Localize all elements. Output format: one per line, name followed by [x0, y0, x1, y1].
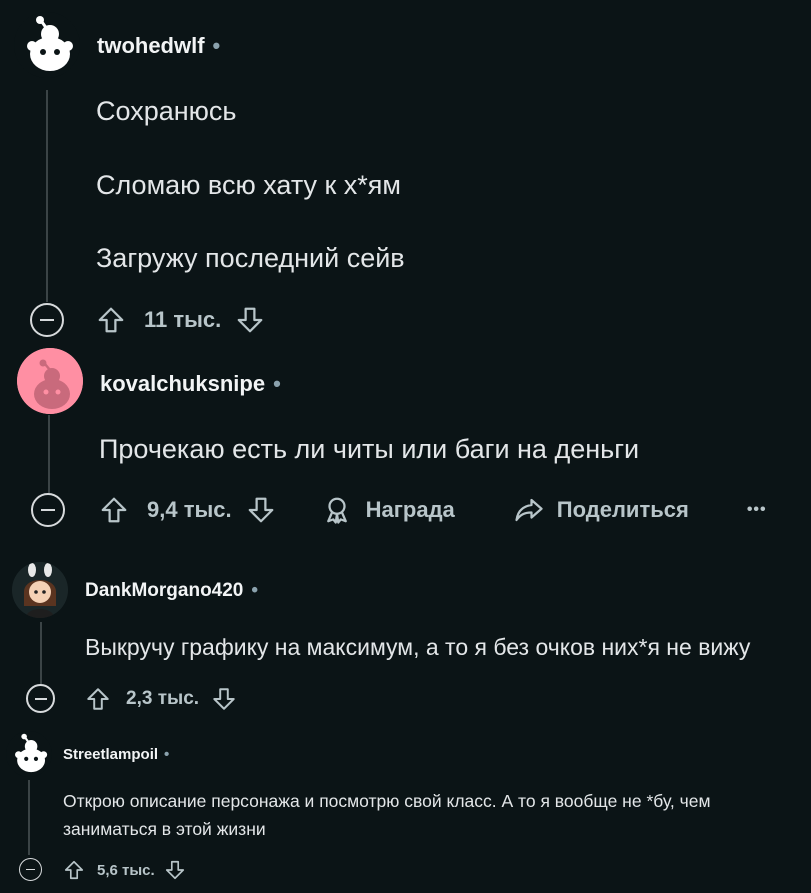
downvote-icon[interactable] — [235, 305, 265, 335]
avatar[interactable] — [12, 562, 68, 618]
username-text[interactable]: twohedwlf — [97, 33, 205, 58]
action-bar: 5,6 тыс. — [63, 858, 186, 882]
comment-line: Сломаю всю хату к х*ям — [96, 170, 401, 200]
downvote-icon[interactable] — [246, 495, 276, 525]
avatar[interactable] — [14, 12, 80, 78]
upvote-icon[interactable] — [85, 686, 111, 712]
separator-dot: • — [212, 33, 221, 58]
action-bar: 9,4 тыс. Награда Поделиться ••• — [99, 494, 767, 526]
vote-count: 5,6 тыс. — [97, 861, 155, 879]
thread-line — [40, 622, 42, 684]
collapse-button[interactable] — [26, 684, 55, 713]
comment-line: Открою описание персонажа и посмотрю сво… — [63, 791, 711, 811]
more-options-button[interactable]: ••• — [747, 501, 767, 519]
vote-count: 9,4 тыс. — [147, 497, 232, 522]
comment-line: Выкручу графику на максимум, а то я без … — [85, 634, 751, 660]
action-bar: 2,3 тыс. — [85, 684, 237, 713]
collapse-button[interactable] — [30, 303, 64, 337]
username-text[interactable]: DankMorgano420 — [85, 580, 243, 601]
award-button[interactable]: Награда — [322, 495, 455, 525]
avatar[interactable] — [6, 731, 52, 777]
action-bar: 11 тыс. — [96, 304, 265, 336]
comment-line: Загружу последний сейв — [96, 243, 405, 273]
upvote-icon[interactable] — [96, 305, 126, 335]
downvote-icon[interactable] — [164, 859, 186, 881]
separator-dot: • — [164, 746, 170, 763]
collapse-button[interactable] — [19, 858, 42, 881]
thread-line — [46, 90, 48, 302]
username[interactable]: Streetlampoil • — [63, 746, 169, 763]
collapse-button[interactable] — [31, 493, 65, 527]
downvote-icon[interactable] — [211, 686, 237, 712]
separator-dot: • — [251, 580, 259, 601]
award-icon — [322, 495, 352, 525]
share-icon — [513, 495, 545, 525]
avatar[interactable] — [17, 348, 83, 414]
username[interactable]: kovalchuksnipe • — [100, 371, 281, 397]
separator-dot: • — [273, 371, 281, 396]
thread-line — [28, 780, 30, 855]
vote-count: 11 тыс. — [144, 307, 222, 332]
upvote-icon[interactable] — [63, 859, 85, 881]
share-button[interactable]: Поделиться — [513, 495, 689, 525]
thread-line — [48, 415, 50, 493]
share-label: Поделиться — [556, 497, 689, 522]
comment-line: Сохранюсь — [96, 96, 237, 126]
username-text[interactable]: Streetlampoil — [63, 746, 158, 763]
comment-line: заниматься в этой жизни — [63, 819, 266, 839]
award-label: Награда — [365, 497, 455, 522]
vote-count: 2,3 тыс. — [126, 687, 200, 709]
comment-line: Прочекаю есть ли читы или баги на деньги — [99, 434, 640, 464]
username[interactable]: DankMorgano420 • — [85, 580, 258, 602]
username-text[interactable]: kovalchuksnipe — [100, 371, 265, 396]
username[interactable]: twohedwlf • — [97, 33, 220, 59]
upvote-icon[interactable] — [99, 495, 129, 525]
